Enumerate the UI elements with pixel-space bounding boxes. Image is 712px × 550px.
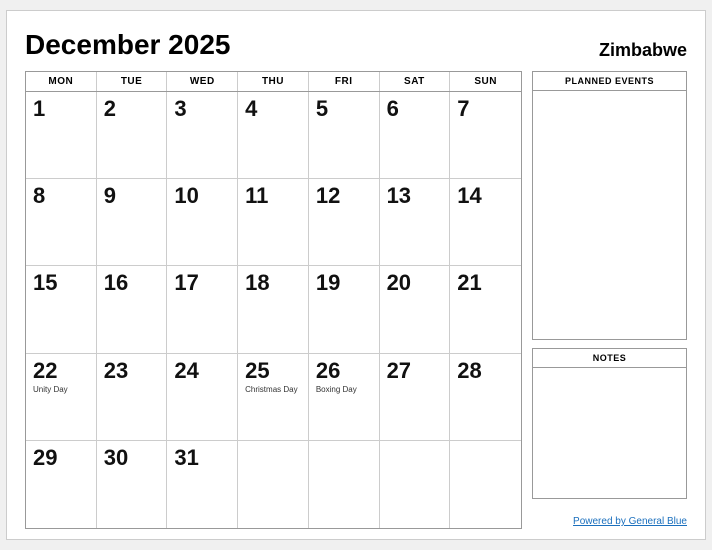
day-header-sun: SUN: [450, 72, 521, 91]
day-header-mon: MON: [26, 72, 97, 91]
day-number: 25: [245, 359, 301, 383]
table-row: [450, 441, 521, 528]
day-headers: MON TUE WED THU FRI SAT SUN: [26, 72, 521, 92]
notes-content: [533, 368, 686, 498]
day-number: 19: [316, 271, 372, 295]
planned-events-title: PLANNED EVENTS: [533, 72, 686, 91]
day-number: 13: [387, 184, 443, 208]
table-row: 23: [97, 354, 168, 441]
holiday-name: Christmas Day: [245, 385, 301, 395]
day-number: 23: [104, 359, 160, 383]
table-row: [309, 441, 380, 528]
table-row: 29: [26, 441, 97, 528]
day-number: 8: [33, 184, 89, 208]
planned-events-box: PLANNED EVENTS: [532, 71, 687, 340]
table-row: 25 Christmas Day: [238, 354, 309, 441]
day-number: 11: [245, 184, 301, 208]
table-row: 30: [97, 441, 168, 528]
day-number: 22: [33, 359, 89, 383]
calendar-section: MON TUE WED THU FRI SAT SUN 123456789101…: [25, 71, 522, 529]
day-number: 2: [104, 97, 160, 121]
day-number: 29: [33, 446, 89, 470]
main-content: MON TUE WED THU FRI SAT SUN 123456789101…: [25, 71, 687, 529]
table-row: 24: [167, 354, 238, 441]
table-row: 15: [26, 266, 97, 353]
day-number: 17: [174, 271, 230, 295]
table-row: [238, 441, 309, 528]
table-row: 17: [167, 266, 238, 353]
notes-title: NOTES: [533, 349, 686, 368]
table-row: 12: [309, 179, 380, 266]
day-number: 10: [174, 184, 230, 208]
table-row: 3: [167, 92, 238, 179]
table-row: 18: [238, 266, 309, 353]
table-row: 19: [309, 266, 380, 353]
day-number: 24: [174, 359, 230, 383]
day-number: 18: [245, 271, 301, 295]
table-row: 10: [167, 179, 238, 266]
holiday-name: Boxing Day: [316, 385, 372, 395]
header: December 2025 Zimbabwe: [25, 29, 687, 61]
table-row: 13: [380, 179, 451, 266]
country-title: Zimbabwe: [599, 40, 687, 61]
table-row: 16: [97, 266, 168, 353]
day-number: 3: [174, 97, 230, 121]
table-row: 20: [380, 266, 451, 353]
day-number: 26: [316, 359, 372, 383]
table-row: 1: [26, 92, 97, 179]
day-number: 21: [457, 271, 514, 295]
table-row: 9: [97, 179, 168, 266]
day-number: 31: [174, 446, 230, 470]
day-header-thu: THU: [238, 72, 309, 91]
table-row: 28: [450, 354, 521, 441]
powered-by-link[interactable]: Powered by General Blue: [573, 516, 687, 527]
day-number: 4: [245, 97, 301, 121]
day-number: 7: [457, 97, 514, 121]
day-header-sat: SAT: [380, 72, 451, 91]
table-row: 2: [97, 92, 168, 179]
sidebar: PLANNED EVENTS NOTES Powered by General …: [532, 71, 687, 529]
table-row: [380, 441, 451, 528]
day-number: 27: [387, 359, 443, 383]
day-number: 28: [457, 359, 514, 383]
table-row: 8: [26, 179, 97, 266]
table-row: 6: [380, 92, 451, 179]
day-number: 12: [316, 184, 372, 208]
day-number: 6: [387, 97, 443, 121]
table-row: 26 Boxing Day: [309, 354, 380, 441]
table-row: 21: [450, 266, 521, 353]
day-header-fri: FRI: [309, 72, 380, 91]
calendar-page: December 2025 Zimbabwe MON TUE WED THU F…: [6, 10, 706, 540]
day-number: 14: [457, 184, 514, 208]
day-number: 16: [104, 271, 160, 295]
day-number: 30: [104, 446, 160, 470]
day-number: 9: [104, 184, 160, 208]
table-row: 14: [450, 179, 521, 266]
day-number: 20: [387, 271, 443, 295]
day-header-tue: TUE: [97, 72, 168, 91]
calendar-grid: 12345678910111213141516171819202122Unity…: [26, 92, 521, 528]
table-row: 11: [238, 179, 309, 266]
holiday-name: Unity Day: [33, 385, 89, 395]
month-title: December 2025: [25, 29, 230, 61]
table-row: 22 Unity Day: [26, 354, 97, 441]
planned-events-content: [533, 91, 686, 339]
table-row: 27: [380, 354, 451, 441]
day-header-wed: WED: [167, 72, 238, 91]
table-row: 5: [309, 92, 380, 179]
table-row: 31: [167, 441, 238, 528]
notes-box: NOTES: [532, 348, 687, 499]
day-number: 5: [316, 97, 372, 121]
day-number: 15: [33, 271, 89, 295]
table-row: 7: [450, 92, 521, 179]
table-row: 4: [238, 92, 309, 179]
footer: Powered by General Blue: [532, 511, 687, 529]
day-number: 1: [33, 97, 89, 121]
